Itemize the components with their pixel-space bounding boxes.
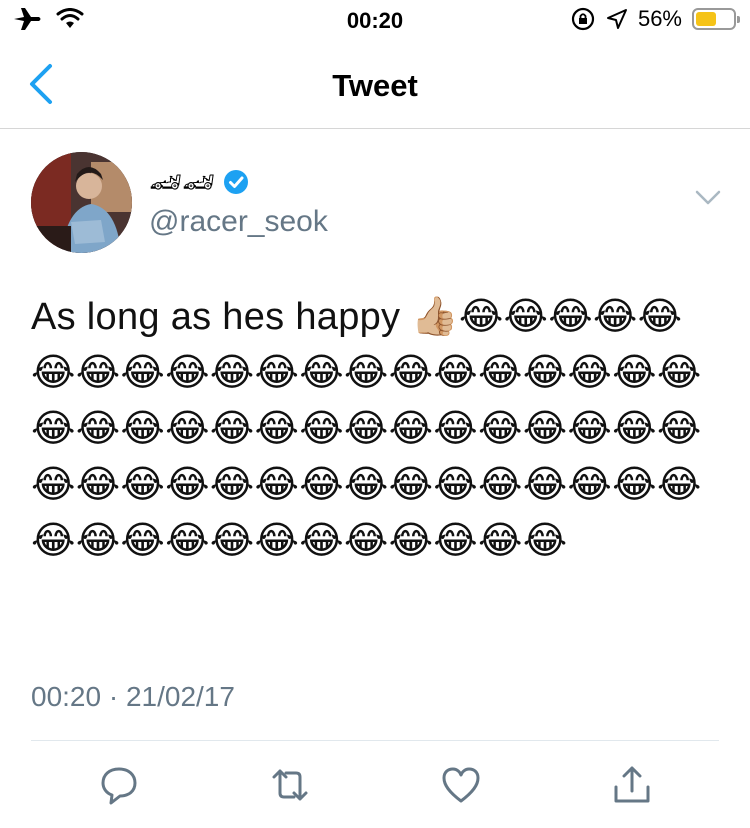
page-title: Tweet — [332, 68, 418, 103]
status-bar: 00:20 56% — [0, 0, 750, 40]
verified-badge-icon — [224, 170, 249, 194]
status-right: 56% — [570, 6, 740, 32]
reply-icon[interactable] — [97, 763, 141, 807]
divider — [31, 740, 719, 741]
orientation-lock-icon — [571, 7, 595, 31]
location-arrow-icon — [606, 9, 627, 29]
tweet-timestamp[interactable]: 00:20 · 21/02/17 — [31, 681, 235, 713]
battery-percent: 56% — [637, 6, 682, 31]
share-icon[interactable] — [610, 763, 654, 807]
avatar-photo — [31, 152, 132, 253]
display-name-text: 🏎🏎 — [149, 167, 216, 197]
battery-icon — [692, 8, 740, 30]
retweet-icon[interactable] — [268, 763, 312, 807]
nav-bar: Tweet — [0, 40, 750, 129]
chevron-down-icon[interactable] — [694, 189, 722, 207]
display-name[interactable]: 🏎🏎 — [149, 169, 249, 195]
like-icon[interactable] — [439, 763, 483, 807]
avatar[interactable] — [31, 152, 132, 253]
user-handle[interactable]: @racer_seok — [149, 205, 328, 239]
battery-level — [696, 12, 716, 26]
tweet-text: As long as hes happy 👍🏼😂😂😂😂😂😂😂😂😂😂😂😂😂😂😂😂😂… — [31, 296, 702, 562]
